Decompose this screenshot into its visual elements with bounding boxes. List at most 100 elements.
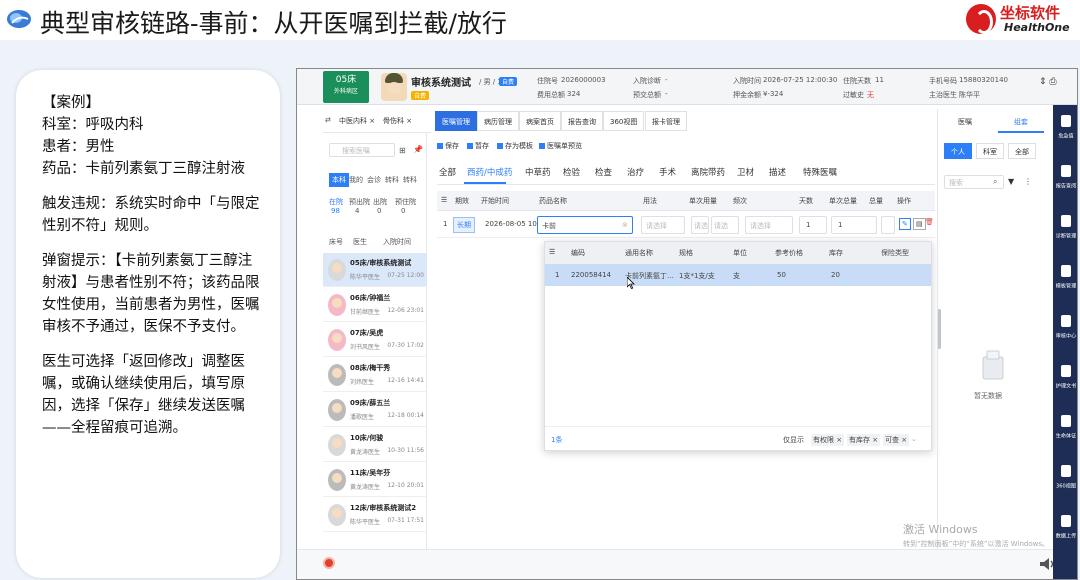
count-label-pre-in[interactable]: 预住院 xyxy=(395,197,416,207)
cat-discharge-drug[interactable]: 离院带药 xyxy=(691,166,725,178)
sidebar-item-nursing[interactable]: 护理文书 xyxy=(1053,361,1077,405)
preview-orders-button[interactable]: 医嘱单预览 xyxy=(539,141,582,151)
cat-all[interactable]: 全部 xyxy=(439,166,456,178)
cat-exam[interactable]: 检查 xyxy=(595,166,612,178)
filter-icon[interactable]: ▼ xyxy=(1008,177,1014,186)
edit-icon[interactable]: ✎ xyxy=(899,218,911,230)
popup-menu-icon[interactable]: ☰ xyxy=(549,248,555,256)
save-template-button[interactable]: 存为模板 xyxy=(497,141,533,151)
seg-department[interactable]: 科室 xyxy=(976,143,1004,159)
cat-surgery[interactable]: 手术 xyxy=(659,166,676,178)
pin-icon[interactable]: 📌 xyxy=(413,145,423,154)
filter-transfer-in[interactable]: 转科 xyxy=(385,175,399,185)
admit-time: 2026-07-25 12:00:30 xyxy=(763,76,838,84)
sort-doctor[interactable]: 医生 xyxy=(353,237,367,247)
filter-mine[interactable]: 我的 xyxy=(349,175,363,185)
seg-personal[interactable]: 个人 xyxy=(944,143,972,159)
patient-card[interactable]: 08床/梅干秀 刘炜医生 12-16 14:41 xyxy=(323,358,427,392)
dept-tab-1[interactable]: 中医内科 × xyxy=(339,116,375,126)
hold-button[interactable]: 暂存 xyxy=(467,141,489,151)
sidebar-item-templates[interactable]: 模板管理 xyxy=(1053,261,1077,305)
right-tab-sets[interactable]: 组套 xyxy=(1014,117,1028,127)
bed-badge[interactable]: 05床 外科病区 xyxy=(323,71,369,103)
scan-icon[interactable]: ⊞ xyxy=(399,146,406,155)
frequency-select[interactable]: 请选择 xyxy=(745,216,793,234)
right-tab-orders[interactable]: 医嘱 xyxy=(958,117,972,127)
cat-description[interactable]: 描述 xyxy=(769,166,786,178)
tab-reports[interactable]: 报告查询 xyxy=(561,111,603,131)
dose-unit-select[interactable]: 请选 xyxy=(711,216,739,234)
row-validity-select[interactable]: 长期 xyxy=(453,217,475,233)
dept-tab-2[interactable]: 骨伤科 × xyxy=(383,116,412,126)
volume-icon[interactable] xyxy=(1039,557,1057,571)
copy-icon[interactable]: ▤ xyxy=(913,218,926,230)
sidebar-item-vitals[interactable]: 生命体征 xyxy=(1053,411,1077,455)
patient-card[interactable]: 05床/审核系统测试 陈华平医生 07-25 12:00 xyxy=(323,253,427,287)
more-icon[interactable]: ⋮ xyxy=(1024,177,1032,186)
save-button[interactable]: 保存 xyxy=(437,141,459,151)
record-icon[interactable] xyxy=(323,557,335,569)
dose-input[interactable]: 请选 xyxy=(691,216,709,234)
tab-case-home[interactable]: 病案首页 xyxy=(519,111,561,131)
row-start-time[interactable]: 2026-08-05 10 xyxy=(485,220,537,228)
patient-card[interactable]: 06床/钟福兰 甘前继医生 12-06 23:01 xyxy=(323,288,427,322)
clear-icon[interactable]: ⊗ xyxy=(622,221,628,229)
cat-lab[interactable]: 检验 xyxy=(563,166,580,178)
tab-card-mgmt[interactable]: 报卡管理 xyxy=(645,111,687,131)
patient-avatar xyxy=(328,434,346,456)
filter-my-dept[interactable]: 本科 xyxy=(329,173,349,187)
cat-special[interactable]: 特殊医嘱 xyxy=(803,166,837,178)
patient-name: 审核系统测试 xyxy=(411,78,471,89)
sort-admit-time[interactable]: 入院时间 xyxy=(383,237,411,247)
patient-card[interactable]: 11床/吴年芬 黄龙涛医生 12-10 20:01 xyxy=(323,463,427,497)
patient-card[interactable]: 12床/审核系统测试2 陈华平医生 07-31 17:51 xyxy=(323,498,427,532)
popup-filter-stock[interactable]: 有库存 × xyxy=(847,434,881,446)
cat-supplies[interactable]: 卫材 xyxy=(737,166,754,178)
usage-select[interactable]: 请选择 xyxy=(641,216,685,234)
swap-icon[interactable]: ⇄ xyxy=(325,116,331,124)
popup-filter-dropdown-icon[interactable]: ⌄ xyxy=(911,435,917,443)
patient-card[interactable]: 10床/何骏 黄龙涛医生 10-30 11:56 xyxy=(323,428,427,462)
search-icon[interactable]: ⌕ xyxy=(993,177,997,187)
patient-avatar xyxy=(328,294,346,316)
tab-360-view[interactable]: 360视图 xyxy=(603,111,645,131)
sidebar-item-upload[interactable]: 数据上传 xyxy=(1053,511,1077,555)
cat-treatment[interactable]: 治疗 xyxy=(627,166,644,178)
sidebar-item-review[interactable]: 审核中心 xyxy=(1053,311,1077,355)
count-label-inhosp[interactable]: 在院 xyxy=(329,197,343,207)
patient-card[interactable]: 07床/吴虎 刘书风医生 07-30 17:02 xyxy=(323,323,427,357)
patient-card[interactable]: 09床/薛五兰 潘歌医生 12-18 00:14 xyxy=(323,393,427,427)
order-set-panel: 医嘱 组套 个人 科室 全部 搜索 ⌕ ▼ ⋮ 暂无数据 xyxy=(937,109,1053,579)
sidebar-item-reports[interactable]: 报告查阅 xyxy=(1053,161,1077,205)
total-input[interactable]: 1 xyxy=(831,216,877,234)
col-menu-icon[interactable]: ☰ xyxy=(441,196,447,204)
unit-input[interactable] xyxy=(881,216,895,234)
set-search-input[interactable]: 搜索 ⌕ xyxy=(944,175,1004,189)
tab-records[interactable]: 病历管理 xyxy=(477,111,519,131)
seg-all[interactable]: 全部 xyxy=(1008,143,1036,159)
count-label-out[interactable]: 出院 xyxy=(373,197,387,207)
cat-western-drug[interactable]: 西药/中成药 xyxy=(467,166,512,178)
popup-row-stock: 20 xyxy=(831,271,840,279)
filter-consult[interactable]: 会诊 xyxy=(367,175,381,185)
filter-transfer-out[interactable]: 转科 xyxy=(403,175,417,185)
admit-diag-label: 入院诊断 xyxy=(633,77,661,85)
sort-bed[interactable]: 床号 xyxy=(329,237,343,247)
phone-label: 手机号码 xyxy=(929,77,957,85)
drug-name-input[interactable]: 卡前 ⊗ xyxy=(537,216,633,234)
count-label-pre-out[interactable]: 预出院 xyxy=(349,197,370,207)
tab-orders[interactable]: 医嘱管理 xyxy=(435,111,477,131)
popup-filter-permission[interactable]: 有权限 × xyxy=(811,434,845,446)
patient-list-panel: 搜索医嘱 ⊞ 📌 本科 我的 会诊 转科 转科 在院 预出院 出院 预住院 98… xyxy=(323,133,427,579)
cat-herbal[interactable]: 中草药 xyxy=(525,166,551,178)
days-input[interactable]: 1 xyxy=(799,216,827,234)
sidebar-item-diagnosis[interactable]: 诊断管理 xyxy=(1053,211,1077,255)
sidebar-item-360[interactable]: 360视图 xyxy=(1053,461,1077,505)
sidebar-item-critical[interactable]: 危急值 xyxy=(1053,111,1077,155)
patient-search-input[interactable]: 搜索医嘱 xyxy=(329,143,395,157)
patient-card-doctor: 刘书风医生 xyxy=(350,344,381,351)
window-controls-icon[interactable]: ⇕ ⎙ xyxy=(1039,77,1057,87)
delete-icon[interactable]: 🗑 xyxy=(925,218,934,226)
popup-filter-query[interactable]: 可查 × xyxy=(883,434,910,446)
popup-result-row[interactable]: 1 220058414 卡前列素氨丁... 1支*1支/支 支 50 20 xyxy=(545,264,931,289)
